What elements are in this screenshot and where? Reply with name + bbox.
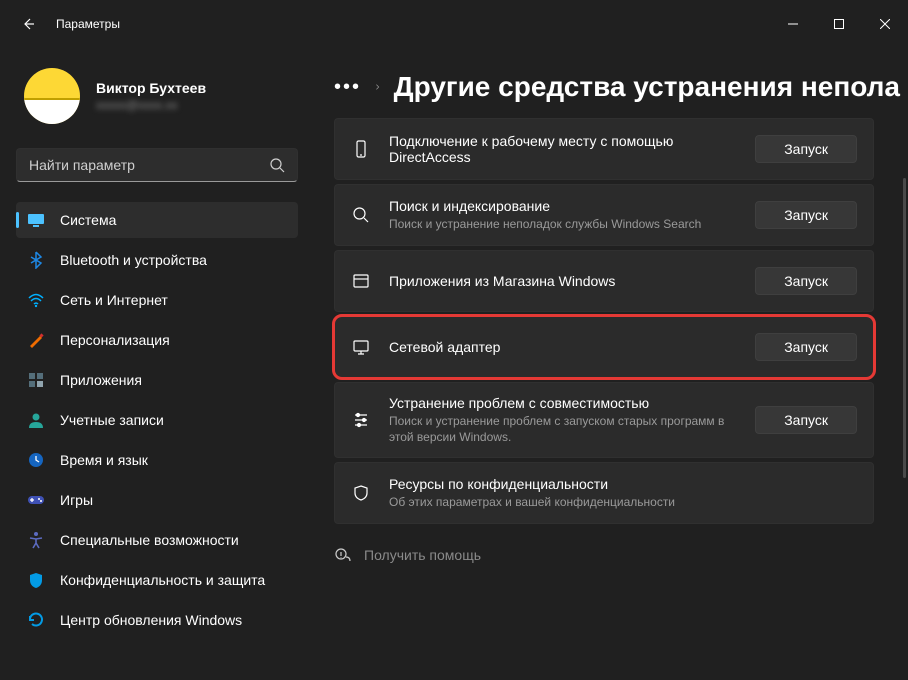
run-button[interactable]: Запуск: [755, 135, 857, 163]
sidebar-item-label: Учетные записи: [60, 412, 164, 428]
network-icon: [26, 290, 46, 310]
main-panel: ••• Другие средства устранения непола По…: [310, 48, 908, 680]
search-icon: [351, 205, 371, 225]
troubleshooter-search: Поиск и индексирование Поиск и устранение…: [334, 184, 874, 246]
maximize-icon: [834, 19, 844, 29]
troubleshooter-compat: Устранение проблем с совместимостью Поиск…: [334, 382, 874, 458]
sidebar-item-privacy[interactable]: Конфиденциальность и защита: [16, 562, 298, 598]
minimize-icon: [788, 19, 798, 29]
card-title: Поиск и индексирование: [389, 198, 743, 214]
privacy-icon: [26, 570, 46, 590]
time-icon: [26, 450, 46, 470]
sidebar-item-time[interactable]: Время и язык: [16, 442, 298, 478]
phone-icon: [351, 139, 371, 159]
update-icon: [26, 610, 46, 630]
close-button[interactable]: [862, 8, 908, 40]
nav: Система Bluetooth и устройства Сеть и Инте…: [16, 202, 298, 638]
troubleshooter-list: Подключение к рабочему месту с помощью D…: [334, 118, 900, 524]
profile[interactable]: Виктор Бухтеев xxxxx@xxxx.xx: [16, 48, 298, 148]
card-title: Сетевой адаптер: [389, 339, 743, 355]
help-link[interactable]: Получить помощь: [334, 546, 900, 564]
sidebar-item-label: Игры: [60, 492, 93, 508]
breadcrumb-ellipsis[interactable]: •••: [334, 76, 361, 99]
profile-name: Виктор Бухтеев: [96, 80, 206, 96]
window-icon: [351, 271, 371, 291]
run-button[interactable]: Запуск: [755, 333, 857, 361]
help-icon: [334, 546, 352, 564]
sidebar: Виктор Бухтеев xxxxx@xxxx.xx Система Blue…: [0, 48, 310, 680]
troubleshooter-netadapter: Сетевой адаптер Запуск: [334, 316, 874, 378]
sidebar-item-label: Персонализация: [60, 332, 170, 348]
run-button[interactable]: Запуск: [755, 267, 857, 295]
shield-icon: [351, 483, 371, 503]
close-icon: [880, 19, 890, 29]
sidebar-item-label: Специальные возможности: [60, 532, 239, 548]
monitor-icon: [351, 337, 371, 357]
sidebar-item-update[interactable]: Центр обновления Windows: [16, 602, 298, 638]
sidebar-item-accounts[interactable]: Учетные записи: [16, 402, 298, 438]
personalization-icon: [26, 330, 46, 350]
titlebar: Параметры: [0, 0, 908, 48]
page-title: Другие средства устранения непола: [394, 71, 900, 103]
card-subtitle: Поиск и устранение неполадок службы Wind…: [389, 216, 743, 232]
sidebar-item-label: Система: [60, 212, 116, 228]
sidebar-item-label: Bluetooth и устройства: [60, 252, 207, 268]
profile-email: xxxxx@xxxx.xx: [96, 98, 206, 112]
card-title: Ресурсы по конфиденциальности: [389, 476, 845, 492]
sliders-icon: [351, 410, 371, 430]
search-box[interactable]: [16, 148, 298, 182]
system-icon: [26, 210, 46, 230]
arrow-left-icon: [20, 16, 36, 32]
gaming-icon: [26, 490, 46, 510]
sidebar-item-apps[interactable]: Приложения: [16, 362, 298, 398]
card-title: Подключение к рабочему месту с помощью D…: [389, 133, 743, 165]
avatar: [24, 68, 80, 124]
breadcrumb: ••• Другие средства устранения непола: [334, 48, 900, 112]
sidebar-item-network[interactable]: Сеть и Интернет: [16, 282, 298, 318]
sidebar-item-label: Время и язык: [60, 452, 148, 468]
sidebar-item-bluetooth[interactable]: Bluetooth и устройства: [16, 242, 298, 278]
minimize-button[interactable]: [770, 8, 816, 40]
sidebar-item-label: Конфиденциальность и защита: [60, 572, 265, 588]
run-button[interactable]: Запуск: [755, 406, 857, 434]
troubleshooter-privacy-res[interactable]: Ресурсы по конфиденциальности Об этих пар…: [334, 462, 874, 524]
card-title: Устранение проблем с совместимостью: [389, 395, 743, 411]
sidebar-item-gaming[interactable]: Игры: [16, 482, 298, 518]
window-title: Параметры: [56, 17, 120, 31]
chevron-right-icon: [375, 80, 380, 94]
help-label: Получить помощь: [364, 547, 481, 563]
sidebar-item-label: Приложения: [60, 372, 142, 388]
apps-icon: [26, 370, 46, 390]
sidebar-item-label: Сеть и Интернет: [60, 292, 168, 308]
search-input[interactable]: [29, 157, 269, 173]
run-button[interactable]: Запуск: [755, 201, 857, 229]
card-subtitle: Об этих параметрах и вашей конфиденциаль…: [389, 494, 845, 510]
search-icon: [269, 157, 285, 173]
accounts-icon: [26, 410, 46, 430]
card-title: Приложения из Магазина Windows: [389, 273, 743, 289]
sidebar-item-label: Центр обновления Windows: [60, 612, 242, 628]
sidebar-item-system[interactable]: Система: [16, 202, 298, 238]
troubleshooter-directaccess: Подключение к рабочему месту с помощью D…: [334, 118, 874, 180]
bluetooth-icon: [26, 250, 46, 270]
card-subtitle: Поиск и устранение проблем с запуском ст…: [389, 413, 743, 445]
troubleshooter-store: Приложения из Магазина Windows Запуск: [334, 250, 874, 312]
sidebar-item-accessibility[interactable]: Специальные возможности: [16, 522, 298, 558]
maximize-button[interactable]: [816, 8, 862, 40]
accessibility-icon: [26, 530, 46, 550]
back-button[interactable]: [8, 4, 48, 44]
window-controls: [770, 8, 908, 40]
scrollbar[interactable]: [903, 178, 906, 478]
sidebar-item-personalization[interactable]: Персонализация: [16, 322, 298, 358]
